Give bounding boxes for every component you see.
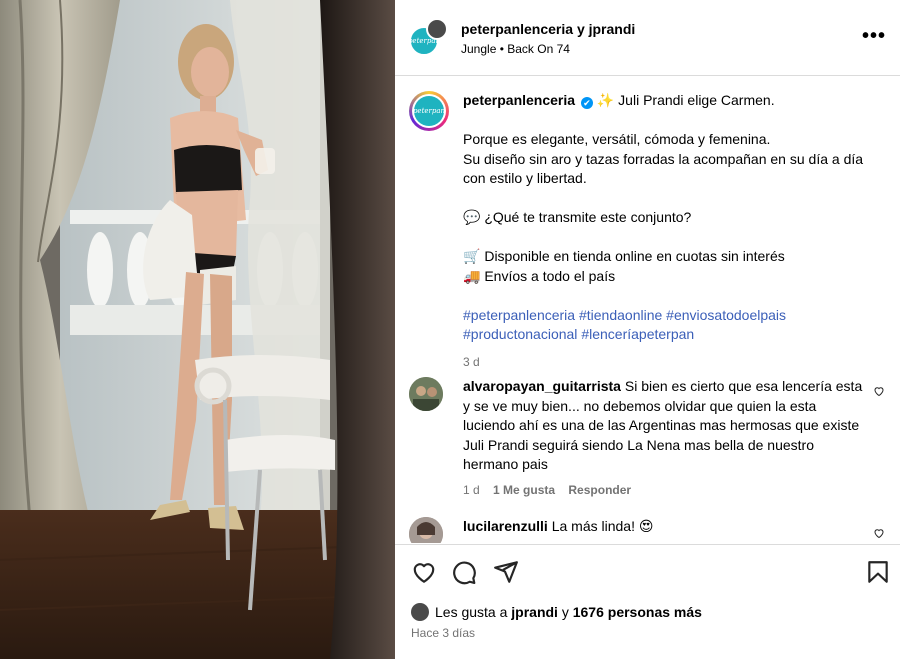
post-panel: peterpan peterpanlenceria y jprandi Jung…	[395, 0, 900, 659]
likes-user[interactable]: jprandi	[511, 604, 558, 620]
collaborator-avatar[interactable]	[426, 18, 448, 40]
speech-bubble-emoji: 💬	[463, 209, 481, 225]
bookmark-icon[interactable]	[865, 559, 891, 585]
post-header: peterpan peterpanlenceria y jprandi Jung…	[395, 0, 900, 76]
hashtag-link[interactable]: #enviosatodoelpais	[666, 307, 786, 323]
collab-avatars[interactable]: peterpan	[408, 18, 449, 58]
header-username[interactable]: peterpanlenceria y jprandi	[461, 21, 635, 37]
hashtag-link[interactable]: #productonacional	[463, 326, 577, 342]
verified-badge-icon: ✔	[580, 97, 593, 109]
action-bar: Les gusta a jprandi y 1676 personas más …	[395, 544, 900, 659]
comment-icon[interactable]	[451, 559, 477, 585]
hashtag-link[interactable]: #lenceríapeterpan	[581, 326, 694, 342]
hashtags: #peterpanlenceria #tiendaonline #enviosa…	[463, 306, 883, 345]
comment-username[interactable]: lucilarenzulli	[463, 518, 548, 534]
caption-line-2: Su diseño sin aro y tazas forradas la ac…	[463, 150, 864, 187]
audio-track[interactable]: Jungle • Back On 74	[461, 42, 570, 56]
comment-username[interactable]: alvaropayan_guitarrista	[463, 378, 621, 394]
cart-emoji: 🛒	[463, 248, 481, 264]
photo-illustration	[0, 0, 395, 659]
caption-time[interactable]: 3 d	[463, 353, 883, 373]
caption-avatar[interactable]: peterpan	[409, 91, 449, 131]
comment-likes[interactable]: 1 Me gusta	[493, 483, 555, 497]
sparkle-emoji: ✨	[596, 92, 615, 108]
liker-avatar[interactable]	[411, 603, 429, 621]
caption-available: Disponible en tienda online en cuotas si…	[484, 248, 785, 264]
caption-intro: Juli Prandi elige Carmen.	[618, 92, 775, 108]
heart-eyes-emoji: 😍	[638, 518, 654, 534]
hashtag-link[interactable]: #tiendaonline	[579, 307, 662, 323]
commenter-avatar[interactable]	[409, 517, 443, 543]
caption-logo-text: peterpan	[412, 107, 446, 115]
reply-button[interactable]: Responder	[568, 483, 631, 497]
post-date[interactable]: Hace 3 días	[411, 626, 475, 640]
comment-time[interactable]: 1 d	[463, 483, 480, 497]
caption-shipping: Envíos a todo el país	[484, 267, 616, 284]
post-photo[interactable]	[0, 0, 395, 659]
comment-like-heart-icon[interactable]	[873, 385, 885, 397]
caption-line-1: Porque es elegante, versátil, cómoda y f…	[463, 131, 771, 147]
heart-icon[interactable]	[411, 559, 437, 585]
likes-prefix: Les gusta a	[435, 604, 508, 620]
likes-connector: y	[561, 604, 569, 620]
comments-scroll-area[interactable]: peterpan peterpanlenceria ✔ ✨ Juli Prand…	[395, 77, 900, 543]
likes-summary: Les gusta a jprandi y 1676 personas más	[411, 603, 702, 621]
more-options-button[interactable]: •••	[862, 26, 886, 46]
comment-like-heart-icon[interactable]	[873, 527, 885, 539]
caption-question: ¿Qué te transmite este conjunto?	[484, 209, 692, 225]
truck-emoji: 🚚	[463, 267, 481, 284]
likes-count[interactable]: 1676 personas más	[573, 604, 702, 620]
comment-text: La más linda!	[551, 518, 635, 534]
hashtag-link[interactable]: #peterpanlenceria	[463, 307, 575, 323]
commenter-avatar[interactable]	[409, 377, 443, 411]
share-icon[interactable]	[493, 559, 519, 585]
caption-username[interactable]: peterpanlenceria	[463, 92, 575, 108]
